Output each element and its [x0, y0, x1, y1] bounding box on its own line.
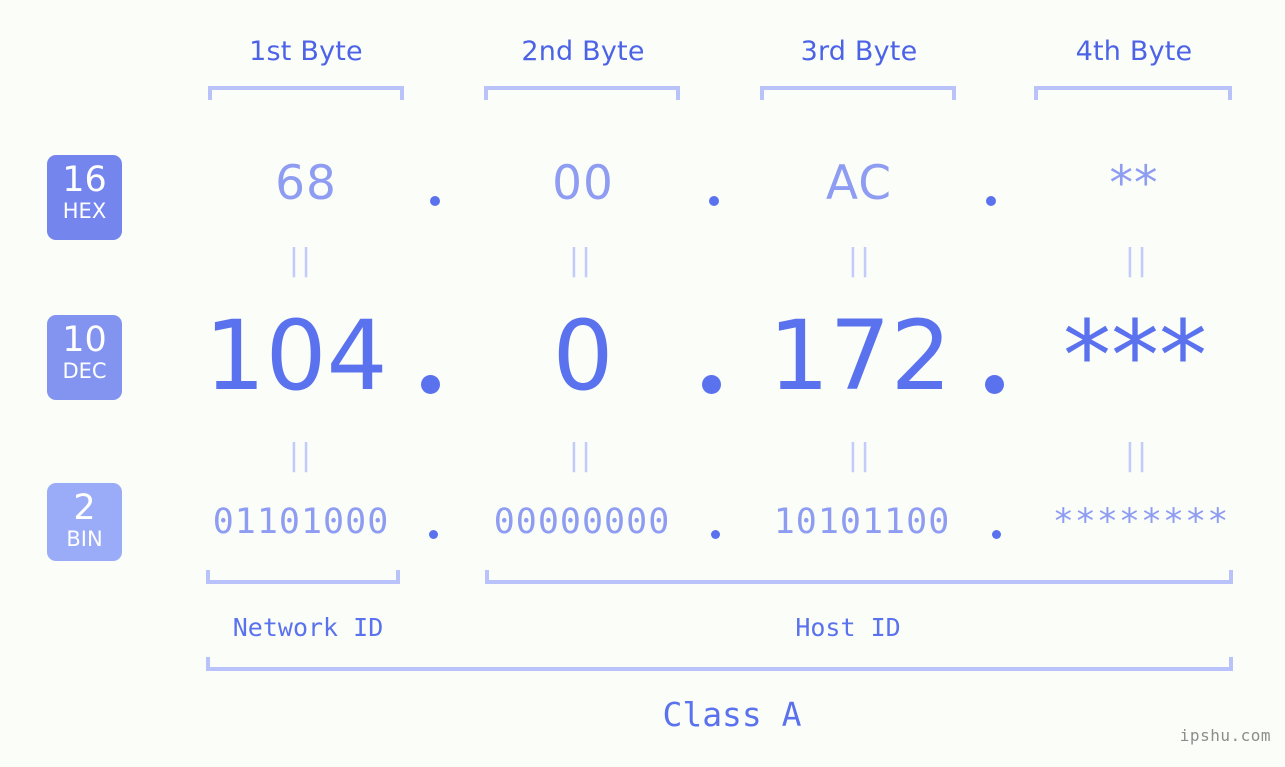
class-bracket — [206, 657, 1233, 671]
bin-byte-3: 10101100 — [773, 502, 951, 542]
dec-byte-1: 104 — [204, 300, 388, 412]
byte-bracket-4 — [1034, 86, 1232, 100]
equals-mark-dec-bin-4: || — [1124, 438, 1150, 473]
ip-address-breakdown-diagram: 1st Byte 2nd Byte 3rd Byte 4th Byte 16 H… — [0, 0, 1285, 767]
byte-header-2: 2nd Byte — [521, 36, 645, 67]
dec-separator-dot-3 — [985, 375, 1004, 394]
equals-mark-hex-dec-4: || — [1124, 243, 1150, 278]
host-id-label: Host ID — [795, 613, 901, 642]
hex-separator-dot-2 — [709, 196, 719, 206]
dec-byte-3: 172 — [768, 300, 952, 412]
badge-bin: 2 BIN — [47, 483, 122, 561]
hex-separator-dot-3 — [986, 196, 996, 206]
badge-bin-number: 2 — [73, 488, 96, 528]
class-label: Class A — [662, 695, 802, 734]
equals-mark-hex-dec-3: || — [847, 243, 873, 278]
byte-bracket-3 — [760, 86, 956, 100]
watermark: ipshu.com — [1179, 726, 1271, 745]
dec-separator-dot-2 — [702, 375, 721, 394]
bin-separator-dot-1 — [429, 530, 438, 539]
badge-dec-label: DEC — [62, 359, 107, 383]
dec-separator-dot-1 — [421, 375, 440, 394]
hex-byte-4: ** — [1109, 156, 1159, 211]
byte-header-4: 4th Byte — [1075, 36, 1193, 67]
dec-byte-2: 0 — [552, 300, 614, 412]
bin-byte-4: ******** — [1052, 502, 1230, 542]
equals-mark-hex-dec-2: || — [568, 243, 594, 278]
hex-byte-1: 68 — [275, 156, 337, 211]
equals-mark-dec-bin-1: || — [288, 438, 314, 473]
hex-byte-3: AC — [825, 156, 893, 211]
bin-separator-dot-3 — [992, 530, 1001, 539]
badge-hex-label: HEX — [62, 199, 107, 223]
host-id-bracket — [485, 570, 1233, 584]
badge-dec: 10 DEC — [47, 315, 122, 400]
byte-bracket-2 — [484, 86, 680, 100]
byte-bracket-1 — [208, 86, 404, 100]
bin-byte-1: 01101000 — [212, 502, 390, 542]
bin-byte-2: 00000000 — [493, 502, 671, 542]
hex-separator-dot-1 — [430, 196, 440, 206]
equals-mark-dec-bin-2: || — [568, 438, 594, 473]
equals-mark-hex-dec-1: || — [288, 243, 314, 278]
network-id-label: Network ID — [232, 613, 384, 642]
equals-mark-dec-bin-3: || — [847, 438, 873, 473]
byte-header-3: 3rd Byte — [800, 36, 918, 67]
badge-bin-label: BIN — [66, 527, 103, 551]
dec-byte-4: *** — [1063, 300, 1207, 412]
badge-hex-number: 16 — [62, 160, 107, 200]
hex-byte-2: 00 — [552, 156, 614, 211]
badge-hex: 16 HEX — [47, 155, 122, 240]
badge-dec-number: 10 — [62, 320, 107, 360]
bin-separator-dot-2 — [711, 530, 720, 539]
network-id-bracket — [206, 570, 400, 584]
byte-header-1: 1st Byte — [249, 36, 363, 67]
